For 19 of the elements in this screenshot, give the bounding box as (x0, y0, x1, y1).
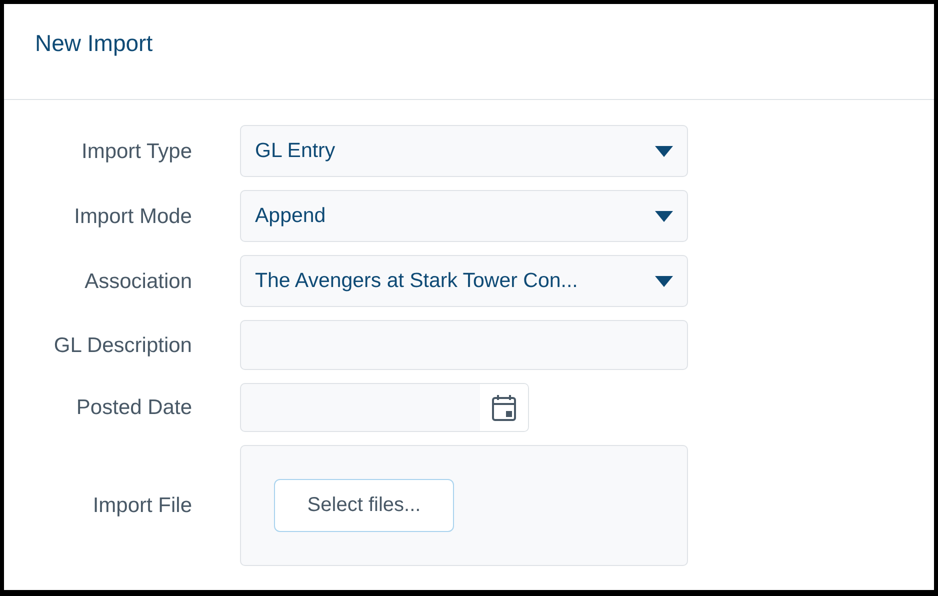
dropdown[interactable]: Append (240, 190, 688, 242)
field-label: Import File (92, 493, 192, 519)
field-label: Import Mode (74, 204, 192, 230)
field-label: Association (84, 268, 192, 294)
caret-icon (655, 276, 673, 286)
calendar-button[interactable] (480, 384, 528, 431)
caret-icon (655, 210, 673, 222)
dropdown[interactable]: GL Entry (240, 125, 688, 177)
caret-icon (655, 146, 673, 156)
dropdown[interactable]: The Avengers at Stark Tower Con... (240, 255, 688, 307)
field-label: GL Description (54, 332, 192, 358)
input-field[interactable] (240, 320, 688, 370)
calendar-icon (491, 394, 517, 422)
date-field[interactable] (240, 383, 529, 432)
field-label: Import Type (82, 138, 192, 164)
select-files-button[interactable]: Select files... (274, 479, 454, 532)
field-label: Posted Date (76, 395, 192, 421)
dialog-title: New Import (35, 30, 153, 57)
file-dropzone[interactable]: Select files... (240, 445, 688, 566)
